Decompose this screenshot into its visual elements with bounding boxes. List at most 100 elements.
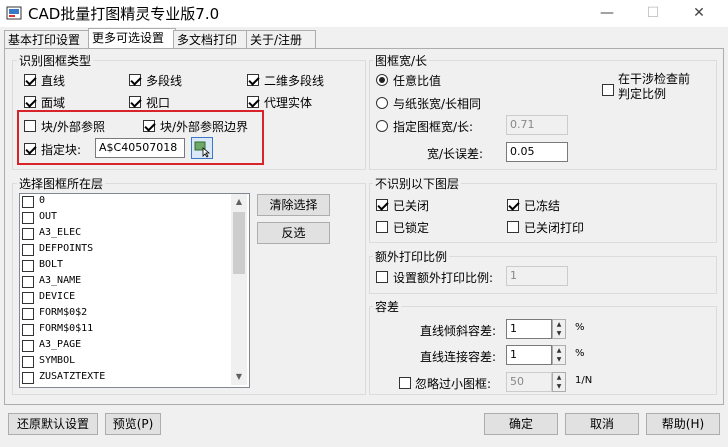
app-icon (6, 6, 22, 20)
tab-about[interactable]: 关于/注册 (246, 30, 316, 49)
layer-checkbox[interactable] (22, 228, 34, 240)
checkbox-interference-check[interactable] (602, 84, 614, 96)
ok-button[interactable]: 确定 (484, 413, 558, 435)
checkbox-viewport[interactable] (129, 96, 141, 108)
layer-name: SYMBOL (39, 355, 76, 366)
extra-scale-group-label: 额外打印比例 (373, 248, 450, 265)
layer-name: A3_ELEC (39, 227, 82, 238)
label-interference-check: 在干涉检查前判定比例 (618, 72, 691, 101)
tilt-tolerance-spinner[interactable]: ▲ ▼ (552, 319, 566, 339)
checkbox-ignore-off[interactable] (376, 199, 388, 211)
checkbox-line[interactable] (24, 74, 36, 86)
label-ignore-locked: 已锁定 (393, 221, 430, 235)
layer-checkbox[interactable] (22, 244, 34, 256)
layer-name: FORM$0$11 (39, 323, 94, 334)
label-extra-scale: 设置额外打印比例: (393, 271, 494, 285)
ignore-small-unit: 1/N (575, 375, 593, 386)
spin-down-icon[interactable]: ▼ (553, 382, 565, 391)
maximize-button[interactable]: ☐ (630, 0, 676, 27)
checkbox-ignore-frozen[interactable] (507, 199, 519, 211)
checkbox-ignore-small[interactable] (399, 377, 411, 389)
ratio-tolerance-input[interactable]: 0.05 (506, 142, 568, 162)
ignore-small-spinner[interactable]: ▲ ▼ (552, 372, 566, 392)
layer-name: DEVICE (39, 291, 76, 302)
radio-paper-ratio[interactable] (376, 97, 388, 109)
tab-basic-print[interactable]: 基本打印设置 (4, 30, 92, 49)
connect-tolerance-input[interactable]: 1 (506, 345, 552, 365)
scroll-up-arrow-icon[interactable]: ▲ (231, 194, 247, 210)
layer-name: BOLT (39, 259, 64, 270)
preview-button[interactable]: 预览(P) (105, 413, 161, 435)
ratio-group-label: 图框宽/长 (373, 52, 430, 69)
layer-checkbox[interactable] (22, 212, 34, 224)
checkbox-block-xref[interactable] (24, 120, 36, 132)
radio-specified-ratio[interactable] (376, 120, 388, 132)
label-specified-block: 指定块: (41, 143, 82, 157)
specified-block-input[interactable]: A$C40507018 (95, 138, 185, 158)
layers-listbox[interactable]: 0 OUT A3_ELEC DEFPOINTS BOLT A3_NAME DEV… (19, 193, 250, 388)
checkbox-region[interactable] (24, 96, 36, 108)
label-block-xref: 块/外部参照 (41, 120, 106, 134)
layer-checkbox[interactable] (22, 196, 34, 208)
specified-ratio-input[interactable]: 0.71 (506, 115, 568, 135)
spin-up-icon[interactable]: ▲ (553, 346, 565, 355)
spin-down-icon[interactable]: ▼ (553, 355, 565, 364)
layers-group-label: 选择图框所在层 (17, 175, 106, 192)
pick-block-button[interactable] (191, 137, 213, 159)
radio-any-ratio[interactable] (376, 74, 388, 86)
layer-checkbox[interactable] (22, 372, 34, 384)
layer-checkbox[interactable] (22, 324, 34, 336)
ignore-layers-group-label: 不识别以下图层 (373, 175, 462, 192)
label-proxy-entity: 代理实体 (264, 96, 313, 110)
tab-more-options[interactable]: 更多可选设置 (88, 28, 176, 50)
spin-down-icon[interactable]: ▼ (553, 329, 565, 338)
ignore-small-input[interactable]: 50 (506, 372, 552, 392)
checkbox-ignore-no-plot[interactable] (507, 221, 519, 233)
checkbox-ignore-locked[interactable] (376, 221, 388, 233)
label-ignore-no-plot: 已关闭打印 (524, 221, 585, 235)
extra-scale-input[interactable]: 1 (506, 266, 568, 286)
layer-name: ZUSATZTEXTE (39, 371, 106, 382)
label-tilt-tolerance: 直线倾斜容差: (420, 324, 497, 338)
label-tolerance-ratio: 宽/长误差: (427, 147, 484, 161)
frame-type-group-label: 识别图框类型 (17, 52, 94, 69)
label-block-xref-boundary: 块/外部参照边界 (160, 120, 249, 134)
label-any-ratio: 任意比值 (393, 74, 442, 88)
minimize-button[interactable]: — (584, 0, 630, 27)
tilt-tolerance-input[interactable]: 1 (506, 319, 552, 339)
checkbox-2d-polyline[interactable] (247, 74, 259, 86)
connect-tolerance-spinner[interactable]: ▲ ▼ (552, 345, 566, 365)
restore-defaults-button[interactable]: 还原默认设置 (8, 413, 98, 435)
spin-up-icon[interactable]: ▲ (553, 320, 565, 329)
checkbox-polyline[interactable] (129, 74, 141, 86)
layer-name: OUT (39, 211, 58, 222)
label-polyline: 多段线 (146, 74, 183, 88)
checkbox-block-xref-boundary[interactable] (143, 120, 155, 132)
label-ignore-small: 忽略过小图框: (415, 377, 492, 391)
layers-scrollbar[interactable]: ▲ ▼ (231, 194, 247, 385)
layer-checkbox[interactable] (22, 276, 34, 288)
label-ignore-off: 已关闭 (393, 199, 430, 213)
tilt-tolerance-unit: % (575, 322, 585, 333)
close-button[interactable]: ✕ (676, 0, 722, 27)
scroll-thumb[interactable] (233, 212, 245, 274)
cancel-button[interactable]: 取消 (565, 413, 639, 435)
window-title: CAD批量打图精灵专业版7.0 (28, 5, 220, 23)
tab-multi-doc[interactable]: 多文档打印 (173, 30, 249, 49)
layer-checkbox[interactable] (22, 340, 34, 352)
layer-checkbox[interactable] (22, 260, 34, 272)
layer-checkbox[interactable] (22, 308, 34, 320)
scroll-down-arrow-icon[interactable]: ▼ (231, 369, 247, 385)
checkbox-proxy-entity[interactable] (247, 96, 259, 108)
checkbox-specified-block[interactable] (24, 143, 36, 155)
clear-selection-button[interactable]: 清除选择 (257, 194, 330, 216)
help-button[interactable]: 帮助(H) (646, 413, 720, 435)
layer-checkbox[interactable] (22, 292, 34, 304)
invert-selection-button[interactable]: 反选 (257, 222, 330, 244)
spin-up-icon[interactable]: ▲ (553, 373, 565, 382)
checkbox-extra-scale[interactable] (376, 271, 388, 283)
tolerance-group-label: 容差 (373, 298, 402, 315)
label-2d-polyline: 二维多段线 (264, 74, 325, 88)
layer-checkbox[interactable] (22, 356, 34, 368)
label-ignore-frozen: 已冻结 (524, 199, 561, 213)
